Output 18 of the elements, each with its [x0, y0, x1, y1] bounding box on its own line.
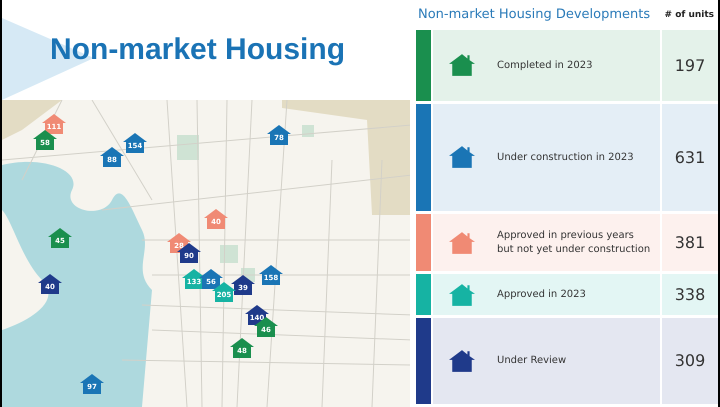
category-label: Approved in 2023: [497, 288, 586, 302]
page-title: Non-market Housing: [50, 33, 346, 67]
house-icon: [449, 146, 475, 168]
units-cell: 338: [662, 274, 718, 315]
units-cell: 381: [662, 214, 718, 272]
units-cell: 631: [662, 104, 718, 211]
house-icon: [449, 232, 475, 254]
house-icon: [449, 54, 475, 76]
category-label: Under construction in 2023: [497, 150, 634, 164]
category-label: Completed in 2023: [497, 58, 592, 72]
units-cell: 197: [662, 30, 718, 101]
house-icon: [449, 284, 475, 306]
category-label: Under Review: [497, 354, 566, 368]
house-icon: [449, 350, 475, 372]
legend-title: Non-market Housing Developments: [417, 7, 650, 22]
units-heading: # of units: [664, 10, 714, 20]
category-label: Approved in previous years but not yet under construction: [497, 229, 650, 256]
units-cell: 309: [662, 318, 718, 404]
